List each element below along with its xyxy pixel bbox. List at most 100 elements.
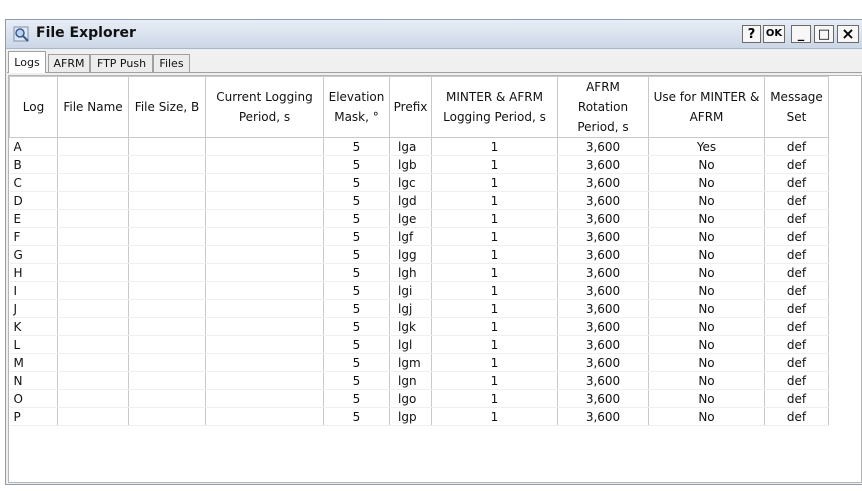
cell-file-size[interactable] (128, 407, 206, 426)
table-row[interactable]: L 5 lgl 1 3,600 No def (9, 335, 829, 354)
table-row[interactable]: B 5 lgb 1 3,600 No def (9, 155, 829, 174)
cell-file-size[interactable] (128, 353, 206, 372)
cell-log[interactable]: L (9, 335, 58, 354)
cell-log[interactable]: F (9, 227, 58, 246)
cell-current-logging-period[interactable] (205, 371, 324, 390)
cell-afrm-rotation-period[interactable]: 3,600 (557, 245, 649, 264)
cell-log[interactable]: B (9, 155, 58, 174)
cell-file-size[interactable] (128, 317, 206, 336)
cell-minter-afrm-logging-period[interactable]: 1 (431, 191, 558, 210)
cell-file-name[interactable] (57, 173, 129, 192)
column-header[interactable]: AFRM Rotation Period, s (557, 76, 649, 138)
cell-prefix[interactable]: lgc (389, 173, 432, 192)
cell-elevation-mask[interactable]: 5 (323, 155, 390, 174)
cell-file-size[interactable] (128, 299, 206, 318)
help-button[interactable]: ? (742, 25, 761, 43)
cell-elevation-mask[interactable]: 5 (323, 299, 390, 318)
cell-prefix[interactable]: lgj (389, 299, 432, 318)
cell-elevation-mask[interactable]: 5 (323, 245, 390, 264)
cell-elevation-mask[interactable]: 5 (323, 389, 390, 408)
cell-current-logging-period[interactable] (205, 173, 324, 192)
cell-use-for-minter-afrm[interactable]: No (648, 281, 765, 300)
cell-afrm-rotation-period[interactable]: 3,600 (557, 263, 649, 282)
cell-current-logging-period[interactable] (205, 137, 324, 156)
cell-minter-afrm-logging-period[interactable]: 1 (431, 209, 558, 228)
cell-file-size[interactable] (128, 173, 206, 192)
cell-use-for-minter-afrm[interactable]: No (648, 191, 765, 210)
cell-afrm-rotation-period[interactable]: 3,600 (557, 389, 649, 408)
cell-minter-afrm-logging-period[interactable]: 1 (431, 155, 558, 174)
maximize-button[interactable]: □ (814, 25, 834, 43)
column-header[interactable]: Use for MINTER & AFRM (648, 76, 765, 138)
cell-elevation-mask[interactable]: 5 (323, 173, 390, 192)
cell-log[interactable]: J (9, 299, 58, 318)
cell-message-set[interactable]: def (764, 245, 829, 264)
column-header[interactable]: Current Logging Period, s (205, 76, 324, 138)
tab-ftp-push[interactable]: FTP Push (90, 54, 153, 72)
cell-minter-afrm-logging-period[interactable]: 1 (431, 173, 558, 192)
cell-prefix[interactable]: lgi (389, 281, 432, 300)
cell-log[interactable]: N (9, 371, 58, 390)
cell-minter-afrm-logging-period[interactable]: 1 (431, 281, 558, 300)
cell-message-set[interactable]: def (764, 137, 829, 156)
column-header[interactable]: Log (9, 76, 58, 138)
cell-current-logging-period[interactable] (205, 317, 324, 336)
table-row[interactable]: O 5 lgo 1 3,600 No def (9, 389, 829, 408)
cell-file-name[interactable] (57, 299, 129, 318)
cell-message-set[interactable]: def (764, 281, 829, 300)
cell-message-set[interactable]: def (764, 155, 829, 174)
cell-file-name[interactable] (57, 227, 129, 246)
cell-use-for-minter-afrm[interactable]: No (648, 335, 765, 354)
cell-current-logging-period[interactable] (205, 281, 324, 300)
table-row[interactable]: K 5 lgk 1 3,600 No def (9, 317, 829, 336)
cell-file-name[interactable] (57, 155, 129, 174)
cell-file-name[interactable] (57, 137, 129, 156)
cell-minter-afrm-logging-period[interactable]: 1 (431, 137, 558, 156)
cell-file-name[interactable] (57, 317, 129, 336)
cell-log[interactable]: C (9, 173, 58, 192)
cell-prefix[interactable]: lgm (389, 353, 432, 372)
cell-elevation-mask[interactable]: 5 (323, 137, 390, 156)
cell-minter-afrm-logging-period[interactable]: 1 (431, 263, 558, 282)
cell-log[interactable]: M (9, 353, 58, 372)
column-header[interactable]: Prefix (389, 76, 432, 138)
cell-prefix[interactable]: lgl (389, 335, 432, 354)
cell-minter-afrm-logging-period[interactable]: 1 (431, 335, 558, 354)
cell-file-size[interactable] (128, 371, 206, 390)
cell-use-for-minter-afrm[interactable]: Yes (648, 137, 765, 156)
cell-current-logging-period[interactable] (205, 245, 324, 264)
cell-message-set[interactable]: def (764, 299, 829, 318)
cell-afrm-rotation-period[interactable]: 3,600 (557, 407, 649, 426)
cell-log[interactable]: E (9, 209, 58, 228)
cell-file-size[interactable] (128, 155, 206, 174)
cell-message-set[interactable]: def (764, 407, 829, 426)
cell-prefix[interactable]: lgk (389, 317, 432, 336)
cell-use-for-minter-afrm[interactable]: No (648, 389, 765, 408)
cell-minter-afrm-logging-period[interactable]: 1 (431, 299, 558, 318)
cell-file-size[interactable] (128, 263, 206, 282)
cell-elevation-mask[interactable]: 5 (323, 407, 390, 426)
cell-file-name[interactable] (57, 209, 129, 228)
cell-elevation-mask[interactable]: 5 (323, 353, 390, 372)
cell-log[interactable]: A (9, 137, 58, 156)
cell-message-set[interactable]: def (764, 209, 829, 228)
cell-use-for-minter-afrm[interactable]: No (648, 155, 765, 174)
cell-current-logging-period[interactable] (205, 299, 324, 318)
table-row[interactable]: C 5 lgc 1 3,600 No def (9, 173, 829, 192)
cell-file-name[interactable] (57, 353, 129, 372)
cell-current-logging-period[interactable] (205, 353, 324, 372)
column-header[interactable]: Message Set (764, 76, 829, 138)
cell-use-for-minter-afrm[interactable]: No (648, 407, 765, 426)
cell-file-size[interactable] (128, 209, 206, 228)
cell-current-logging-period[interactable] (205, 155, 324, 174)
cell-file-name[interactable] (57, 245, 129, 264)
cell-use-for-minter-afrm[interactable]: No (648, 227, 765, 246)
cell-current-logging-period[interactable] (205, 335, 324, 354)
table-row[interactable]: A 5 lga 1 3,600 Yes def (9, 137, 829, 156)
cell-elevation-mask[interactable]: 5 (323, 335, 390, 354)
cell-elevation-mask[interactable]: 5 (323, 317, 390, 336)
cell-log[interactable]: H (9, 263, 58, 282)
cell-minter-afrm-logging-period[interactable]: 1 (431, 353, 558, 372)
cell-prefix[interactable]: lgh (389, 263, 432, 282)
cell-afrm-rotation-period[interactable]: 3,600 (557, 353, 649, 372)
